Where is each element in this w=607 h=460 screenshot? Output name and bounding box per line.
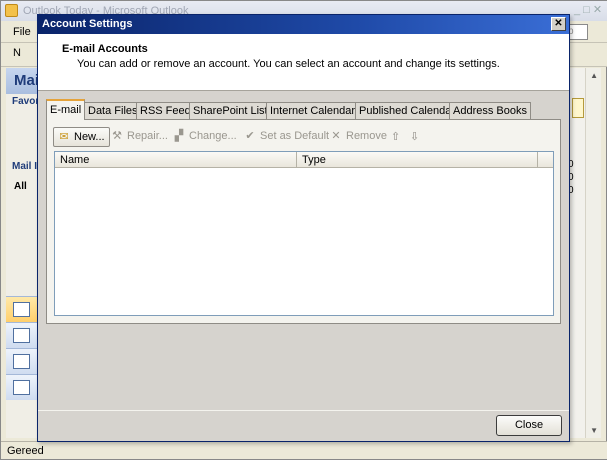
change-button[interactable]: ▞ Change... — [169, 127, 241, 147]
tab-email[interactable]: E-mail — [46, 99, 86, 120]
arrow-down-icon[interactable]: ⇩ — [410, 130, 422, 143]
tasks-icon — [13, 380, 30, 395]
tab-sharepoint-lists[interactable]: SharePoint Lists — [189, 102, 278, 119]
window-controls[interactable]: _ □ ✕ — [574, 3, 604, 18]
header-title: E-mail Accounts — [62, 43, 148, 55]
todo-bar-item — [572, 98, 584, 118]
change-icon: ▞ — [174, 130, 184, 142]
remove-button-label: Remove — [346, 130, 387, 142]
toolbar-new-button[interactable]: N — [13, 47, 21, 59]
contacts-icon — [13, 354, 30, 369]
scroll-up-icon[interactable]: ▲ — [590, 71, 598, 80]
status-text: Gereed — [7, 445, 44, 457]
tab-internet-calendars[interactable]: Internet Calendars — [266, 102, 365, 119]
repair-button[interactable]: ⚒ Repair... — [107, 127, 172, 147]
tab-address-books[interactable]: Address Books — [449, 102, 531, 119]
check-circle-icon: ✔ — [245, 130, 255, 142]
header-description: You can add or remove an account. You ca… — [77, 58, 500, 70]
dialog-header: E-mail Accounts You can add or remove an… — [38, 34, 569, 91]
new-account-icon: ✉ — [59, 131, 69, 143]
column-header-name[interactable]: Name — [55, 152, 297, 168]
tab-data-files[interactable]: Data Files — [84, 102, 142, 119]
repair-button-label: Repair... — [127, 130, 168, 142]
dialog-close-icon[interactable]: ✕ — [551, 17, 566, 31]
favorites-label: Favor — [12, 96, 40, 107]
mail-icon — [13, 302, 30, 317]
remove-button[interactable]: ✕ Remove — [326, 127, 391, 147]
arrow-up-icon[interactable]: ⇧ — [391, 130, 403, 143]
all-mail-items-label[interactable]: All — [14, 181, 27, 192]
dialog-titlebar: Account Settings ✕ — [38, 15, 569, 34]
mail-folders-label: Mail I — [12, 161, 38, 172]
new-account-button[interactable]: ✉ New... — [53, 127, 110, 147]
dialog-title: Account Settings — [42, 18, 133, 30]
account-toolbar: ✉ New... ⚒ Repair... ▞ Change... ✔ Set a… — [53, 127, 553, 147]
outlook-app-icon — [5, 4, 18, 17]
menu-file[interactable]: File — [13, 26, 31, 38]
accounts-list[interactable]: Name Type — [54, 151, 554, 316]
column-header-type[interactable]: Type — [297, 152, 538, 168]
new-button-label: New... — [74, 131, 105, 143]
status-bar: Gereed — [1, 441, 607, 459]
calendar-icon — [13, 328, 30, 343]
close-button[interactable]: Close — [496, 415, 562, 436]
scroll-down-icon[interactable]: ▼ — [590, 426, 598, 435]
set-default-button-label: Set as Default — [260, 130, 330, 142]
list-header: Name Type — [55, 152, 553, 168]
change-button-label: Change... — [189, 130, 237, 142]
set-as-default-button[interactable]: ✔ Set as Default — [240, 127, 333, 147]
right-pane: 0 0 0 ▲ ▼ — [567, 68, 601, 438]
tools-icon: ⚒ — [112, 130, 122, 142]
x-icon: ✕ — [331, 130, 341, 142]
account-settings-dialog: Account Settings ✕ E-mail Accounts You c… — [37, 14, 570, 442]
vertical-scrollbar[interactable]: ▲ ▼ — [585, 68, 601, 438]
footer-divider — [38, 410, 569, 411]
